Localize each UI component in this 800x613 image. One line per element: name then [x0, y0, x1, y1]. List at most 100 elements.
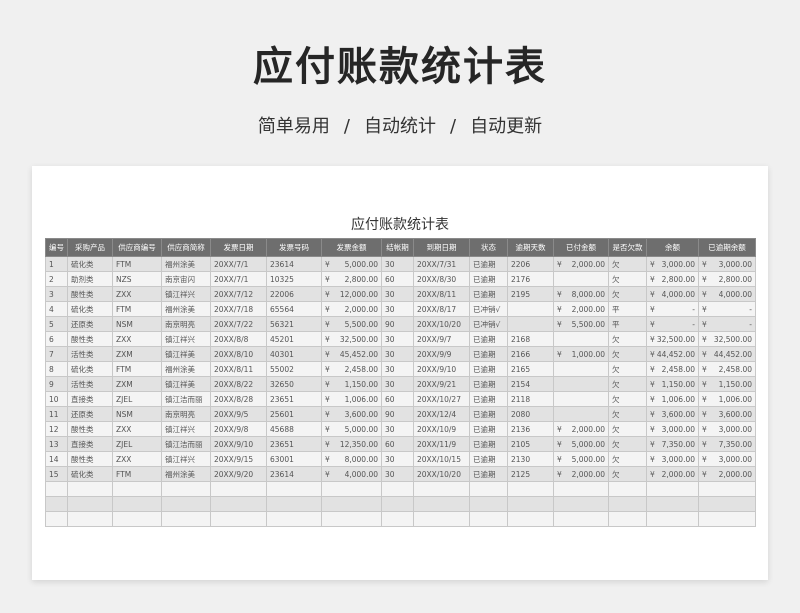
- table-cell[interactable]: ¥3,000.00: [698, 256, 756, 272]
- table-cell[interactable]: ¥1,150.00: [321, 376, 382, 392]
- table-cell[interactable]: 20XX/9/10: [210, 436, 267, 452]
- empty-cell[interactable]: [266, 511, 322, 527]
- table-cell[interactable]: 2165: [507, 361, 554, 377]
- table-cell[interactable]: 硫化类: [67, 256, 113, 272]
- table-cell[interactable]: ¥7,350.00: [646, 436, 699, 452]
- table-cell[interactable]: 已逾期: [469, 271, 508, 287]
- table-cell[interactable]: 硫化类: [67, 466, 113, 482]
- table-cell[interactable]: 欠: [608, 466, 647, 482]
- table-cell[interactable]: 20XX/9/9: [413, 346, 470, 362]
- table-cell[interactable]: ¥ -: [698, 316, 756, 332]
- table-cell[interactable]: 活性类: [67, 376, 113, 392]
- table-cell[interactable]: 酸性类: [67, 331, 113, 347]
- table-cell[interactable]: ¥44,452.00: [698, 346, 756, 362]
- table-cell[interactable]: ¥ -: [646, 301, 699, 317]
- table-cell[interactable]: 欠: [608, 346, 647, 362]
- table-cell[interactable]: ¥2,800.00: [321, 271, 382, 287]
- table-cell[interactable]: [553, 361, 609, 377]
- table-cell[interactable]: ¥5,000.00: [553, 436, 609, 452]
- table-cell[interactable]: 20XX/8/8: [210, 331, 267, 347]
- table-cell[interactable]: 20XX/8/11: [413, 286, 470, 302]
- table-cell[interactable]: 硫化类: [67, 301, 113, 317]
- table-cell[interactable]: 已逾期: [469, 451, 508, 467]
- empty-cell[interactable]: [210, 511, 267, 527]
- table-cell[interactable]: ¥2,000.00: [553, 421, 609, 437]
- table-cell[interactable]: 32650: [266, 376, 322, 392]
- column-header[interactable]: 发票号码: [266, 238, 322, 257]
- table-cell[interactable]: 20XX/7/12: [210, 286, 267, 302]
- table-cell[interactable]: 镇江洁而丽: [161, 391, 211, 407]
- table-cell[interactable]: ¥3,000.00: [646, 256, 699, 272]
- empty-cell[interactable]: [210, 496, 267, 512]
- table-cell[interactable]: 6: [45, 331, 68, 347]
- table-cell[interactable]: 20XX/9/10: [413, 361, 470, 377]
- table-cell[interactable]: 欠: [608, 406, 647, 422]
- table-cell[interactable]: ¥3,000.00: [646, 451, 699, 467]
- table-cell[interactable]: 20XX/7/1: [210, 271, 267, 287]
- table-cell[interactable]: [507, 301, 554, 317]
- empty-cell[interactable]: [161, 511, 211, 527]
- table-cell[interactable]: 还原类: [67, 406, 113, 422]
- table-cell[interactable]: 欠: [608, 436, 647, 452]
- empty-cell[interactable]: [266, 496, 322, 512]
- table-cell[interactable]: 已逾期: [469, 346, 508, 362]
- table-cell[interactable]: 2125: [507, 466, 554, 482]
- table-cell[interactable]: ¥1,006.00: [321, 391, 382, 407]
- table-cell[interactable]: ¥32,500.00: [321, 331, 382, 347]
- table-cell[interactable]: ¥1,000.00: [553, 346, 609, 362]
- table-cell[interactable]: 镇江祥兴: [161, 451, 211, 467]
- table-cell[interactable]: 活性类: [67, 346, 113, 362]
- table-cell[interactable]: 镇江祥兴: [161, 331, 211, 347]
- table-cell[interactable]: 20XX/7/18: [210, 301, 267, 317]
- table-cell[interactable]: ¥4,000.00: [698, 286, 756, 302]
- table-cell[interactable]: ¥5,000.00: [321, 421, 382, 437]
- table-cell[interactable]: ¥4,000.00: [321, 466, 382, 482]
- empty-cell[interactable]: [469, 511, 508, 527]
- table-cell[interactable]: 硫化类: [67, 361, 113, 377]
- table-cell[interactable]: [553, 406, 609, 422]
- empty-cell[interactable]: [321, 511, 382, 527]
- table-cell[interactable]: ¥2,000.00: [321, 301, 382, 317]
- table-cell[interactable]: 镇江洁而丽: [161, 436, 211, 452]
- table-cell[interactable]: 10: [45, 391, 68, 407]
- empty-cell[interactable]: [608, 496, 647, 512]
- column-header[interactable]: 采购产品: [67, 238, 113, 257]
- table-cell[interactable]: 已逾期: [469, 406, 508, 422]
- empty-cell[interactable]: [381, 511, 414, 527]
- empty-cell[interactable]: [469, 496, 508, 512]
- table-cell[interactable]: ¥ -: [698, 301, 756, 317]
- table-cell[interactable]: 30: [381, 361, 414, 377]
- column-header[interactable]: 发票金额: [321, 238, 382, 257]
- empty-cell[interactable]: [67, 481, 113, 497]
- table-cell[interactable]: 20XX/12/4: [413, 406, 470, 422]
- table-cell[interactable]: 直接类: [67, 436, 113, 452]
- column-header[interactable]: 余额: [646, 238, 699, 257]
- empty-cell[interactable]: [321, 481, 382, 497]
- table-cell[interactable]: ¥5,000.00: [553, 451, 609, 467]
- table-cell[interactable]: 20XX/9/5: [210, 406, 267, 422]
- column-header[interactable]: 逾期天数: [507, 238, 554, 257]
- table-cell[interactable]: ¥12,000.00: [321, 286, 382, 302]
- table-cell[interactable]: 55002: [266, 361, 322, 377]
- table-cell[interactable]: 7: [45, 346, 68, 362]
- table-cell[interactable]: 已逾期: [469, 376, 508, 392]
- table-cell[interactable]: 福州涂美: [161, 256, 211, 272]
- table-cell[interactable]: 22006: [266, 286, 322, 302]
- table-cell[interactable]: 20XX/9/8: [210, 421, 267, 437]
- table-cell[interactable]: FTM: [112, 301, 162, 317]
- table-cell[interactable]: NSM: [112, 406, 162, 422]
- empty-cell[interactable]: [112, 481, 162, 497]
- table-cell[interactable]: 90: [381, 406, 414, 422]
- empty-cell[interactable]: [507, 481, 554, 497]
- table-cell[interactable]: 直接类: [67, 391, 113, 407]
- empty-cell[interactable]: [608, 511, 647, 527]
- table-cell[interactable]: 15: [45, 466, 68, 482]
- empty-cell[interactable]: [553, 481, 609, 497]
- table-cell[interactable]: ¥2,458.00: [646, 361, 699, 377]
- empty-cell[interactable]: [112, 496, 162, 512]
- table-cell[interactable]: 23614: [266, 466, 322, 482]
- table-cell[interactable]: 13: [45, 436, 68, 452]
- table-cell[interactable]: 90: [381, 316, 414, 332]
- empty-cell[interactable]: [381, 481, 414, 497]
- table-cell[interactable]: 20XX/10/20: [413, 316, 470, 332]
